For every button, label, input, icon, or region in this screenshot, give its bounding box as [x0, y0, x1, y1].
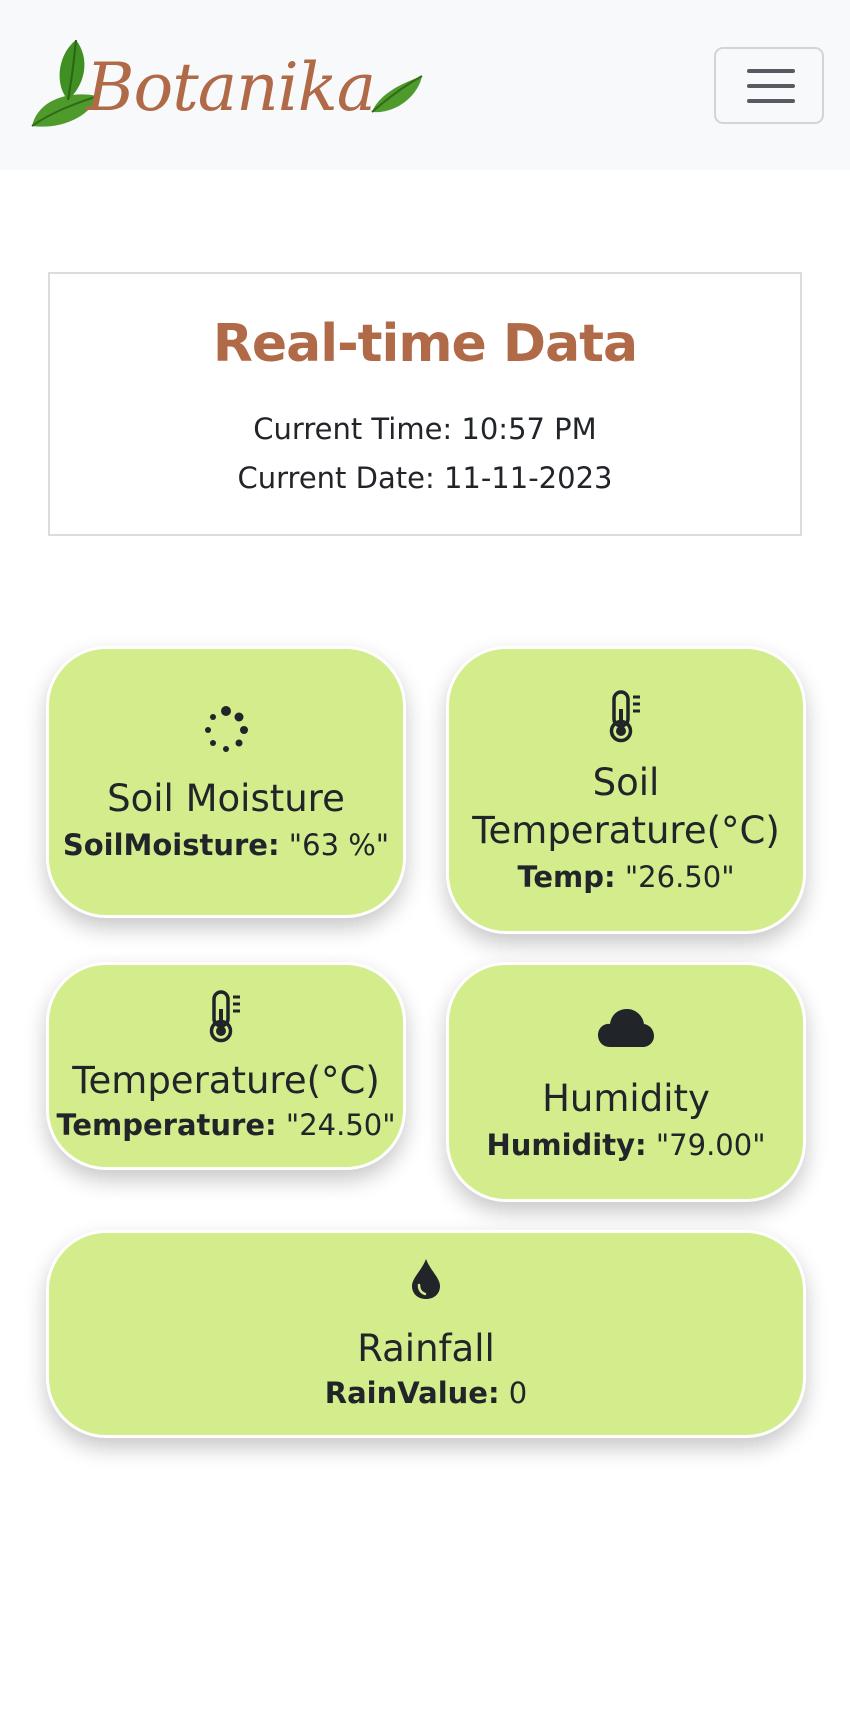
cloud-icon	[598, 1007, 654, 1053]
realtime-title: Real-time Data	[212, 314, 638, 374]
thermometer-icon	[609, 689, 643, 747]
reading-value: "24.50"	[285, 1108, 396, 1142]
current-time: Current Time: 10:57 PM	[253, 412, 597, 446]
card-title-line1: Soil	[592, 761, 660, 804]
hamburger-icon	[747, 69, 795, 73]
hamburger-icon	[747, 84, 795, 88]
droplet-icon	[411, 1258, 441, 1304]
botanika-logo: Botanika	[31, 39, 423, 127]
svg-text:Botanika: Botanika	[85, 49, 375, 126]
temperature-reading: Temperature: "24.50"	[49, 1107, 403, 1143]
reading-value: 0	[508, 1376, 528, 1410]
hamburger-icon	[747, 99, 795, 103]
temperature-card: Temperature(°C) Temperature: "24.50"	[46, 962, 406, 1170]
spinner-icon	[202, 705, 250, 759]
card-title: Temperature(°C)	[72, 1059, 380, 1102]
reading-value: "63 %"	[288, 828, 390, 862]
reading-value: "26.50"	[624, 860, 735, 894]
card-title: Humidity	[542, 1077, 710, 1120]
soil-temperature-card: Soil Temperature(°C) Temp: "26.50"	[446, 646, 806, 934]
soil-moisture-reading: SoilMoisture: "63 %"	[49, 827, 403, 863]
humidity-reading: Humidity: "79.00"	[449, 1127, 803, 1163]
soil-moisture-card: Soil Moisture SoilMoisture: "63 %"	[46, 646, 406, 918]
reading-label: SoilMoisture:	[62, 828, 280, 862]
thermometer-icon	[209, 989, 243, 1047]
reading-label: Temperature:	[56, 1108, 277, 1142]
card-title-line2: Temperature(°C)	[472, 809, 780, 852]
realtime-panel: Real-time Data Current Time: 10:57 PM Cu…	[48, 272, 802, 536]
reading-label: Humidity:	[486, 1128, 647, 1162]
humidity-card: Humidity Humidity: "79.00"	[446, 962, 806, 1202]
rainfall-card: Rainfall RainValue: 0	[46, 1230, 806, 1438]
menu-toggle-button[interactable]	[714, 47, 824, 124]
rainfall-reading: RainValue: 0	[49, 1375, 803, 1411]
reading-label: RainValue:	[324, 1376, 500, 1410]
reading-value: "79.00"	[655, 1128, 766, 1162]
navbar: Botanika	[0, 0, 850, 170]
current-date: Current Date: 11-11-2023	[237, 461, 613, 495]
brand-logo[interactable]: Botanika	[28, 38, 428, 130]
reading-label: Temp:	[517, 860, 616, 894]
card-title: Soil Moisture	[107, 777, 345, 820]
soil-temperature-reading: Temp: "26.50"	[449, 859, 803, 895]
card-title: Rainfall	[357, 1327, 495, 1370]
